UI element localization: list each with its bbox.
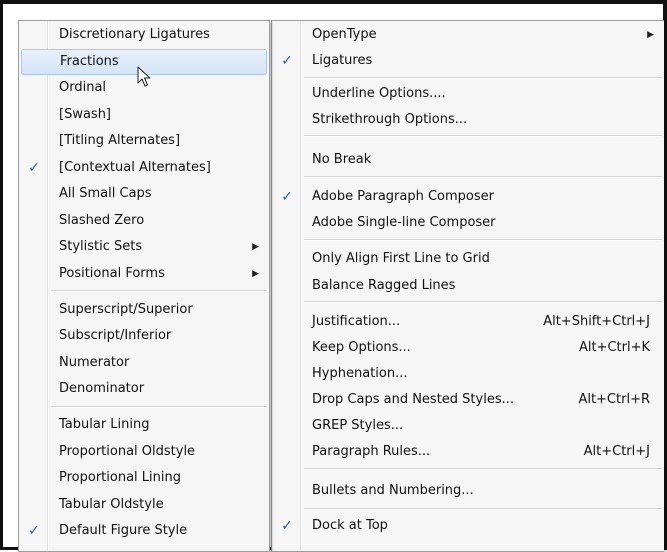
menu-item-label: Justification... (312, 314, 401, 329)
menu-item-label: Ligatures (312, 53, 373, 68)
window-frame-left (0, 0, 3, 550)
menu-item-titling-alternates[interactable]: [Titling Alternates] (19, 128, 269, 154)
menu-item-label: GREP Styles... (312, 418, 404, 433)
menu-item-label: [Contextual Alternates] (59, 160, 211, 175)
menu-item-label: Discretionary Ligatures (59, 27, 210, 42)
menu-item-label: Only Align First Line to Grid (312, 251, 490, 266)
menu-item-align-first-line-grid[interactable]: Only Align First Line to Grid (272, 246, 664, 272)
menu-item-label: Default Figure Style (59, 523, 188, 538)
menu-separator (304, 508, 662, 510)
submenu-arrow-icon: ▶ (252, 242, 259, 252)
checkmark-icon: ✓ (281, 518, 293, 534)
menu-item-opentype[interactable]: OpenType ▶ (272, 22, 664, 48)
menu-item-grep-styles[interactable]: GREP Styles... (272, 413, 664, 439)
menu-item-adobe-single-line-composer[interactable]: Adobe Single-line Composer (272, 210, 664, 236)
menu-item-label: Proportional Lining (59, 470, 181, 485)
menu-item-label: Keep Options... (312, 340, 411, 355)
menu-item-proportional-oldstyle[interactable]: Proportional Oldstyle (19, 439, 269, 465)
menu-item-swash[interactable]: [Swash] (19, 102, 269, 128)
menu-item-label: Adobe Paragraph Composer (312, 189, 494, 204)
menu-item-stylistic-sets[interactable]: Stylistic Sets ▶ (19, 234, 269, 260)
checkmark-icon: ✓ (28, 160, 40, 176)
menu-item-superscript-superior[interactable]: Superscript/Superior (19, 297, 269, 323)
menu-item-slashed-zero[interactable]: Slashed Zero (19, 208, 269, 234)
menu-item-label: Tabular Oldstyle (59, 497, 164, 512)
menu-item-label: Slashed Zero (59, 213, 145, 228)
menu-item-label: All Small Caps (59, 186, 152, 201)
menu-item-shortcut: Alt+Ctrl+R (578, 392, 650, 407)
menu-item-label: Bullets and Numbering... (312, 483, 474, 498)
menu-item-justification[interactable]: Justification... Alt+Shift+Ctrl+J (272, 309, 664, 335)
menu-item-tabular-lining[interactable]: Tabular Lining (19, 412, 269, 438)
menu-item-default-figure-style[interactable]: ✓ Default Figure Style (19, 518, 269, 544)
menu-item-label: Fractions (60, 54, 119, 69)
menu-item-label: Ordinal (59, 80, 107, 95)
checkmark-icon: ✓ (281, 53, 293, 69)
menu-item-label: Dock at Top (312, 518, 388, 533)
menu-item-label: Numerator (59, 355, 130, 370)
menu-item-contextual-alternates[interactable]: ✓ [Contextual Alternates] (19, 155, 269, 181)
menu-item-no-break[interactable]: No Break (272, 147, 664, 173)
paragraph-context-menu: OpenType ▶ ✓ Ligatures Underline Options… (271, 20, 664, 552)
menu-item-proportional-lining[interactable]: Proportional Lining (19, 465, 269, 491)
menu-item-positional-forms[interactable]: Positional Forms ▶ (19, 261, 269, 287)
menu-item-strikethrough-options[interactable]: Strikethrough Options... (272, 107, 664, 133)
menu-item-tabular-oldstyle[interactable]: Tabular Oldstyle (19, 492, 269, 518)
menu-item-label: Positional Forms (59, 266, 165, 281)
menu-item-label: Tabular Lining (59, 417, 150, 432)
menu-separator (304, 176, 662, 178)
menu-item-label: Hyphenation... (312, 366, 408, 381)
menu-item-label: [Swash] (59, 107, 112, 122)
menu-separator (51, 406, 267, 408)
submenu-arrow-icon: ▶ (647, 30, 654, 40)
opentype-submenu: Discretionary Ligatures Fractions Ordina… (18, 20, 270, 552)
checkmark-icon: ✓ (28, 523, 40, 539)
menu-item-underline-options[interactable]: Underline Options.... (272, 81, 664, 107)
menu-item-paragraph-rules[interactable]: Paragraph Rules... Alt+Ctrl+J (272, 439, 664, 465)
window-frame-top (0, 0, 667, 4)
menu-item-shortcut: Alt+Ctrl+J (583, 444, 650, 459)
menu-item-shortcut: Alt+Ctrl+K (578, 340, 650, 355)
menu-item-label: Superscript/Superior (59, 302, 193, 317)
menu-separator (304, 135, 662, 137)
menu-item-denominator[interactable]: Denominator (19, 376, 269, 402)
menu-item-label: [Titling Alternates] (59, 133, 181, 148)
menu-item-label: Denominator (59, 381, 145, 396)
menu-item-label: OpenType (312, 27, 377, 42)
menu-item-label: Adobe Single-line Composer (312, 215, 496, 230)
menu-item-drop-caps-nested-styles[interactable]: Drop Caps and Nested Styles... Alt+Ctrl+… (272, 387, 664, 413)
mouse-pointer-icon (137, 66, 151, 87)
menu-item-balance-ragged-lines[interactable]: Balance Ragged Lines (272, 273, 664, 299)
menu-item-all-small-caps[interactable]: All Small Caps (19, 181, 269, 207)
checkmark-icon: ✓ (281, 189, 293, 205)
menu-item-numerator[interactable]: Numerator (19, 350, 269, 376)
menu-item-label: Balance Ragged Lines (312, 278, 456, 293)
menu-separator (304, 468, 662, 470)
menu-item-adobe-paragraph-composer[interactable]: ✓ Adobe Paragraph Composer (272, 184, 664, 210)
menu-separator (304, 239, 662, 241)
menu-item-subscript-inferior[interactable]: Subscript/Inferior (19, 323, 269, 349)
menu-separator (51, 290, 267, 292)
menu-item-keep-options[interactable]: Keep Options... Alt+Ctrl+K (272, 335, 664, 361)
menu-item-label: Proportional Oldstyle (59, 444, 196, 459)
submenu-arrow-icon: ▶ (252, 269, 259, 279)
menu-item-ligatures[interactable]: ✓ Ligatures (272, 48, 664, 74)
menu-item-bullets-numbering[interactable]: Bullets and Numbering... (272, 478, 664, 504)
menu-item-dock-at-top[interactable]: ✓ Dock at Top (272, 513, 664, 539)
menu-separator (304, 77, 662, 79)
menu-item-label: Paragraph Rules... (312, 444, 431, 459)
menu-item-label: Stylistic Sets (59, 239, 143, 254)
menu-item-label: Strikethrough Options... (312, 112, 468, 127)
menu-item-hyphenation[interactable]: Hyphenation... (272, 361, 664, 387)
menu-item-label: Subscript/Inferior (59, 328, 172, 343)
menu-item-label: Underline Options.... (312, 86, 446, 101)
menu-item-label: Drop Caps and Nested Styles... (312, 392, 514, 407)
menu-item-label: No Break (312, 152, 372, 167)
menu-item-shortcut: Alt+Shift+Ctrl+J (543, 314, 650, 329)
menu-item-discretionary-ligatures[interactable]: Discretionary Ligatures (19, 22, 269, 48)
menu-separator (304, 301, 662, 303)
